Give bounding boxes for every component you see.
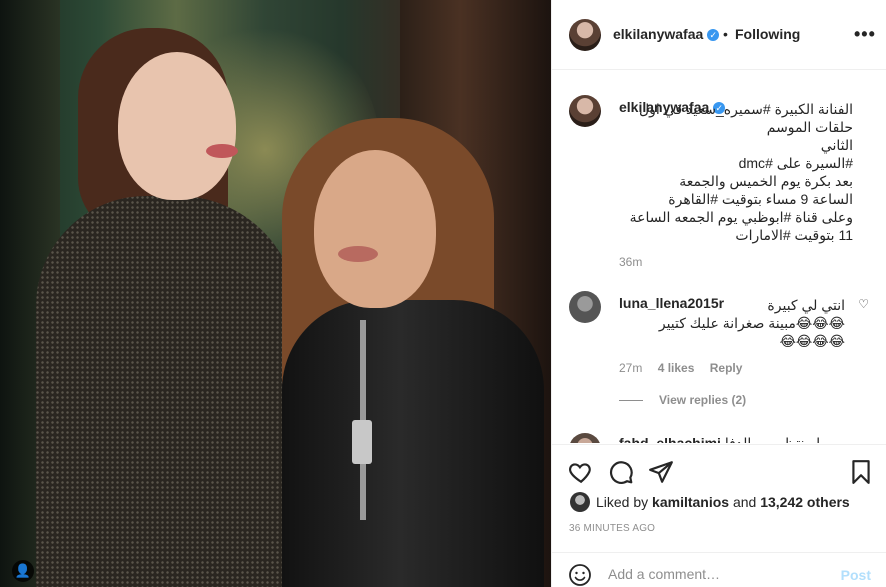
author-username-wrap[interactable]: elkilanywafaa ✓ (613, 26, 720, 42)
author-avatar[interactable] (569, 19, 601, 51)
caption-line: بعد بكرة يوم الخميس والجمعة (679, 173, 853, 189)
zipper-pull (352, 420, 372, 464)
comment-like-heart-icon[interactable]: ♡ (858, 297, 869, 311)
caption-timestamp[interactable]: 36m (619, 255, 642, 269)
caption-line: الثاني (820, 137, 853, 153)
liker-avatar[interactable] (570, 492, 590, 512)
caption-line: الساعة 9 مساء بتوقيت #القاهرة (668, 191, 853, 207)
header-separator: • (723, 26, 728, 42)
caption-line: وعلى قناة #ابوظبي يوم الجمعه الساعة (629, 209, 853, 225)
comment-bubble-icon[interactable] (608, 459, 634, 485)
post-comment-button[interactable]: Post (841, 567, 871, 583)
right-person-jacket (282, 300, 544, 587)
comment-meta: 27m 4 likes Reply (619, 361, 754, 375)
replies-divider (619, 400, 643, 402)
post-sidebar: elkilanywafaa ✓ • Following ••• elkilanyw… (551, 0, 886, 587)
following-button[interactable]: Following (735, 26, 800, 42)
left-person-face (118, 52, 236, 200)
tagged-user-icon[interactable]: 👤 (12, 560, 34, 582)
comment-timestamp[interactable]: 27m (619, 361, 642, 375)
likes-summary[interactable]: Liked by kamiltanios and 13,242 others (570, 490, 880, 512)
right-person-lips (338, 246, 378, 262)
more-options-icon[interactable]: ••• (854, 24, 876, 45)
likes-text: Liked by kamiltanios and 13,242 others (596, 494, 850, 510)
share-paper-plane-icon[interactable] (648, 459, 674, 485)
commenter-avatar[interactable] (569, 291, 601, 323)
commenter-avatar[interactable] (569, 433, 601, 443)
verified-badge-icon: ✓ (707, 29, 720, 42)
comment-text: انتي لي كبيرة 😂😂😂مبينة صغرانة عليك كتيير… (615, 296, 845, 350)
view-replies-button[interactable]: View replies (2) (619, 393, 746, 407)
post-photo[interactable]: 👤 (0, 0, 551, 587)
liked-by-prefix: Liked by (596, 494, 649, 510)
comment-line: انتي لي كبيرة (767, 297, 845, 313)
like-heart-icon[interactable] (568, 459, 594, 485)
comment-likes-count[interactable]: 4 likes (658, 361, 695, 375)
likes-others-count[interactable]: 13,242 others (760, 494, 850, 510)
likes-and: and (732, 494, 757, 510)
post-actions (552, 444, 886, 488)
comment-input[interactable] (608, 565, 828, 583)
caption-line: 11 بتوقيت #الامارات (735, 227, 853, 243)
save-bookmark-icon[interactable] (848, 459, 874, 485)
comment-line: 😂😂😂مبينة صغرانة عليك كتيير (658, 315, 845, 331)
add-comment-bar: Post (552, 552, 886, 587)
left-person-dress (36, 196, 298, 587)
caption-avatar[interactable] (569, 95, 601, 127)
comment-text: ما منتظر من الدفا (724, 435, 829, 443)
post-timestamp[interactable]: 36 MINUTES AGO (569, 523, 655, 534)
commenter-username[interactable]: fahd_elhachimi ما منتظر من الدفا (619, 435, 828, 443)
view-replies-label[interactable]: View replies (2) (659, 393, 746, 407)
left-person-lips (206, 144, 238, 158)
liker-username[interactable]: kamiltanios (652, 494, 729, 510)
emoji-icon[interactable] (568, 563, 592, 587)
commenter-username-text[interactable]: fahd_elhachimi (619, 435, 721, 443)
right-person-face (314, 150, 436, 308)
post-header: elkilanywafaa ✓ • Following ••• (552, 0, 886, 70)
comment-line: 😂😂😂😂 (779, 333, 845, 349)
comment-reply-button[interactable]: Reply (710, 361, 743, 375)
caption-text: الفنانة الكبيرة #سميره_سعيد في اول حلقات… (613, 100, 853, 244)
author-username[interactable]: elkilanywafaa (613, 26, 703, 42)
comments-list[interactable]: elkilanywafaa ✓ الفنانة الكبيرة #سميره_سع… (552, 71, 886, 443)
caption-line: الفنانة الكبيرة #سميره_سعيد في اول حلقات… (638, 101, 853, 135)
caption-line: #السيرة على #dmc (738, 155, 853, 171)
